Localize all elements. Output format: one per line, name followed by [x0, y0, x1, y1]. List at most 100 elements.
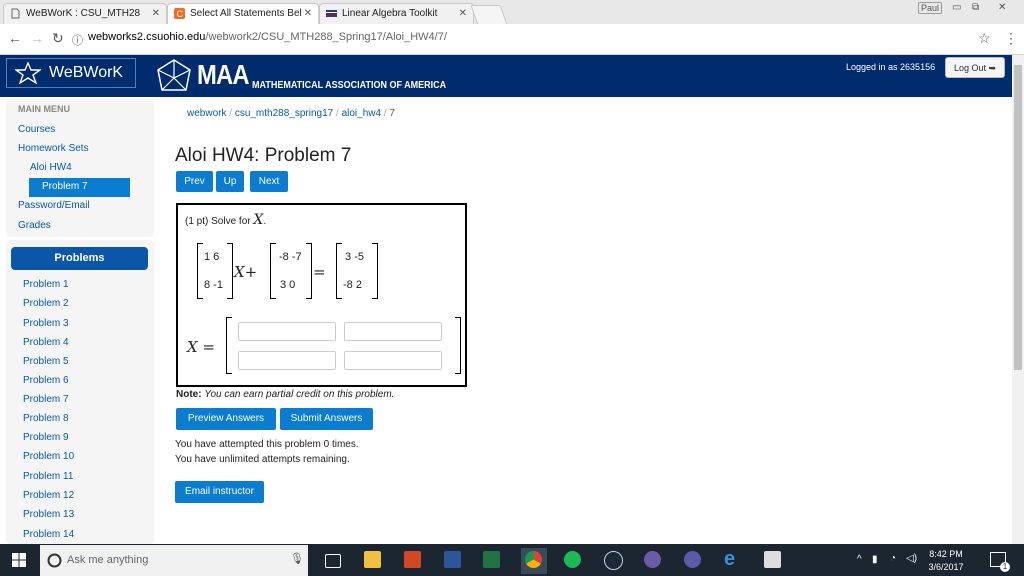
app-icon[interactable]	[684, 551, 701, 568]
microphone-icon[interactable]: 🎙	[290, 552, 304, 565]
x-plus-text: X+	[234, 263, 258, 281]
url-host: webworks2.csuohio.edu	[88, 31, 206, 43]
close-icon[interactable]: ✕	[304, 4, 312, 24]
restore-icon[interactable]: ⧉	[972, 2, 979, 13]
close-icon[interactable]: ✕	[152, 4, 160, 24]
logout-button[interactable]: Log Out ➥	[945, 57, 1005, 78]
steam-icon[interactable]	[604, 551, 623, 570]
breadcrumb-set[interactable]: aloi_hw4	[342, 108, 381, 119]
sidebar-item-aloi-hw4[interactable]: Aloi HW4	[30, 162, 72, 173]
taskbar-clock[interactable]: 8:42 PM 3/6/2017	[926, 548, 966, 574]
file-explorer-icon[interactable]	[364, 551, 381, 568]
problem-link[interactable]: Problem 5	[23, 356, 69, 367]
problem-link[interactable]: Problem 9	[23, 432, 69, 443]
forward-icon[interactable]: →	[30, 30, 44, 46]
answer-input-1-2[interactable]	[344, 322, 442, 341]
problem-link[interactable]: Problem 8	[23, 413, 69, 424]
problem-link[interactable]: Problem 14	[23, 529, 74, 540]
reload-icon[interactable]: ↻	[52, 30, 64, 47]
app-icon[interactable]	[644, 551, 661, 568]
prev-button[interactable]: Prev	[176, 171, 213, 192]
problem-link[interactable]: Problem 3	[23, 318, 69, 329]
problem-link[interactable]: Problem 10	[23, 451, 74, 462]
problem-link[interactable]: Problem 1	[23, 279, 69, 290]
page-title: Aloi HW4: Problem 7	[175, 145, 352, 166]
problem-link[interactable]: Problem 2	[23, 298, 69, 309]
email-instructor-button[interactable]: Email instructor	[175, 481, 264, 503]
answer-input-2-2[interactable]	[344, 351, 442, 370]
url-field[interactable]: webworks2.csuohio.edu/webwork2/CSU_MTH28…	[88, 31, 447, 43]
scrollbar-thumb[interactable]	[1014, 65, 1022, 370]
submit-answers-button[interactable]: Submit Answers	[280, 408, 373, 430]
new-tab-button[interactable]	[470, 5, 508, 25]
problems-header: Problems	[11, 247, 148, 270]
answer-input-1-1[interactable]	[238, 322, 336, 341]
tab-title: Select All Statements Bel	[190, 8, 302, 19]
close-icon[interactable]: ✕	[459, 4, 467, 24]
bookmark-star-icon[interactable]: ☆	[978, 30, 991, 47]
problem-link[interactable]: Problem 6	[23, 375, 69, 386]
minimize-icon[interactable]: ▭	[952, 2, 961, 13]
battery-icon[interactable]: ▮	[872, 554, 878, 565]
back-icon[interactable]: ←	[8, 30, 22, 46]
sidebar-item-current-problem[interactable]: Problem 7	[29, 178, 130, 197]
wifi-icon[interactable]: ◔	[890, 553, 896, 564]
windows-start-icon[interactable]	[12, 553, 26, 567]
next-button[interactable]: Next	[250, 171, 288, 192]
preview-answers-button[interactable]: Preview Answers	[176, 408, 276, 430]
word-icon[interactable]	[444, 551, 461, 568]
edge-icon[interactable]: e	[724, 549, 741, 569]
sidebar-item-courses[interactable]: Courses	[18, 124, 55, 135]
spotify-icon[interactable]	[564, 551, 581, 568]
sign-out-icon: ➥	[988, 63, 997, 73]
answer-input-2-1[interactable]	[238, 351, 336, 370]
menu-dots-icon[interactable]: ⋮	[1004, 30, 1018, 47]
points-text: (1 pt) Solve for	[185, 216, 251, 227]
cortana-search[interactable]: Ask me anything 🎙	[40, 545, 308, 576]
volume-icon[interactable]: ◁)	[906, 553, 917, 564]
sidebar-item-password-email[interactable]: Password/Email	[18, 200, 90, 211]
equals-sign: =	[313, 263, 326, 281]
tab-webwork[interactable]: WeBWorK : CSU_MTH28 ✕	[3, 3, 167, 24]
clock-time: 8:42 PM	[929, 549, 963, 559]
sidebar-item-grades[interactable]: Grades	[18, 220, 51, 231]
chrome-icon[interactable]	[525, 551, 542, 568]
problem-link[interactable]: Problem 4	[23, 337, 69, 348]
info-icon[interactable]: ⓘ	[72, 32, 83, 48]
problem-link[interactable]: Problem 12	[23, 490, 74, 501]
problem-link[interactable]: Problem 7	[23, 394, 69, 405]
sidebar-item-homework-sets[interactable]: Homework Sets	[18, 143, 89, 154]
maa-title: MAA	[197, 59, 249, 90]
up-button[interactable]: Up	[216, 171, 244, 192]
sidebar-item-label: Problem 7	[42, 181, 88, 192]
close-window-icon[interactable]: ✕	[998, 2, 1006, 13]
matrix-a-row-2: 8 -1	[204, 279, 223, 291]
matrix-a: 1 6 8 -1	[197, 243, 233, 299]
breadcrumb-course[interactable]: csu_mth288_spring17	[235, 108, 333, 119]
breadcrumb: webwork / csu_mth288_spring17 / aloi_hw4…	[187, 108, 395, 119]
breadcrumb-webwork[interactable]: webwork	[187, 108, 226, 119]
matrix-c-row-2: -8 2	[343, 279, 362, 291]
webwork-logo[interactable]: WeBWorK	[6, 58, 136, 88]
excel-icon[interactable]	[483, 551, 500, 568]
matrix-c: 3 -5 -8 2	[336, 243, 378, 299]
tab-select-statements[interactable]: C Select All Statements Bel ✕	[167, 3, 319, 24]
address-bar: ← → ↻ ⓘ webworks2.csuohio.edu/webwork2/C…	[0, 24, 1024, 55]
notification-badge: 1	[1000, 562, 1010, 572]
attempts-text: You have attempted this problem 0 times.	[175, 439, 359, 450]
remaining-attempts-text: You have unlimited attempts remaining.	[175, 454, 350, 465]
matrix-a-row-1: 1 6	[204, 251, 220, 263]
problem-link[interactable]: Problem 13	[23, 509, 74, 520]
powerpoint-icon[interactable]	[404, 551, 421, 568]
logout-label: Log Out	[953, 63, 986, 73]
tray-chevron-icon[interactable]: ^	[857, 554, 862, 565]
task-view-icon[interactable]	[325, 554, 341, 568]
breadcrumb-separator: /	[383, 108, 387, 119]
breadcrumb-problem: 7	[389, 108, 395, 119]
browser-tab-bar: WeBWorK : CSU_MTH28 ✕ C Select All State…	[0, 0, 1024, 25]
problem-link[interactable]: Problem 11	[23, 471, 73, 482]
photos-icon[interactable]	[764, 551, 781, 568]
profile-badge[interactable]: Paul	[918, 2, 943, 14]
tab-linear-algebra[interactable]: Linear Algebra Toolkit ✕	[319, 3, 474, 24]
matrix-b-row-1: -8 -7	[279, 251, 302, 263]
